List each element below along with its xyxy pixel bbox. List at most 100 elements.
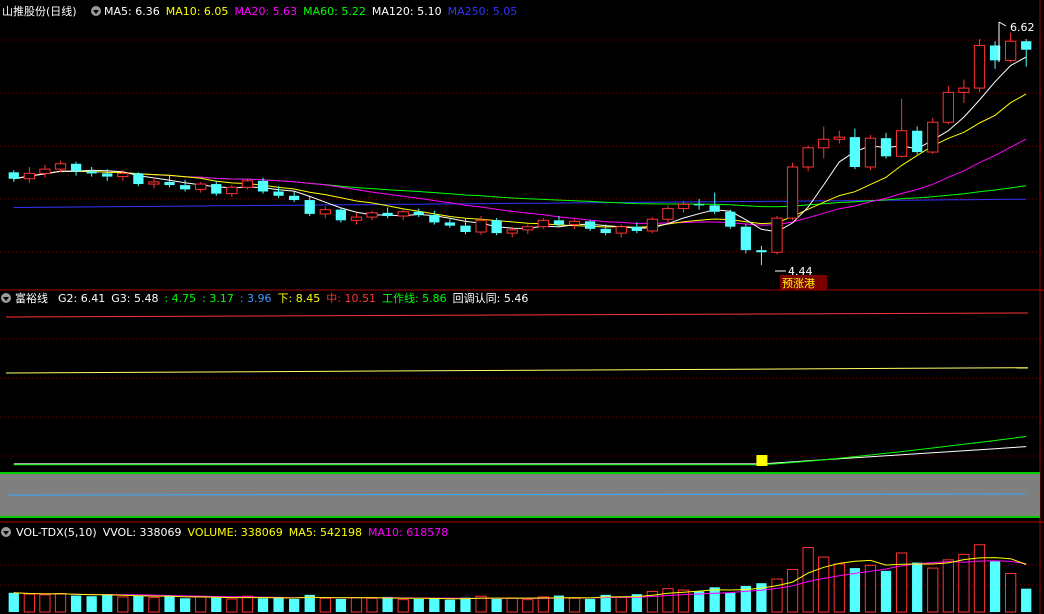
volume-bar: [350, 597, 363, 613]
volume-bar: [973, 544, 986, 613]
volume-bar: [273, 597, 284, 612]
candle: [646, 217, 659, 234]
volume-bar: [54, 592, 67, 613]
volume-bar: [522, 599, 534, 613]
volume-bar: [942, 559, 954, 613]
volume-bar: [895, 552, 908, 613]
volume-bar: [725, 592, 736, 612]
candle: [927, 117, 939, 155]
legend-entry: MA120: 5.10: [372, 5, 442, 18]
volume-bar: [864, 564, 877, 613]
volume-bar: [148, 597, 160, 613]
volume-bar: [102, 594, 113, 612]
volume-bar: [8, 592, 19, 612]
volume-bar: [257, 598, 269, 612]
volume-bar: [568, 597, 581, 613]
legend-entry: 工作线: 5.86: [382, 291, 447, 305]
volume-bar: [133, 595, 144, 612]
volume-bar: [927, 567, 939, 613]
volume-bar: [86, 596, 97, 612]
volume-bar: [429, 598, 440, 612]
legend-entry: VVOL: 338069: [103, 526, 182, 539]
volume-bar: [226, 598, 238, 613]
volume-bar: [802, 546, 814, 613]
legend-entry: G3: 5.48: [111, 292, 158, 305]
volume-legend: VOL-TDX(5,10) VVOL: 338069 VOLUME: 338069 M…: [16, 526, 448, 539]
candle: [740, 224, 751, 254]
volume-bar: [709, 587, 720, 612]
legend-entry: MA10: 6.05: [166, 5, 229, 18]
volume-bar: [818, 556, 830, 613]
volume-bar: [1021, 588, 1032, 612]
volume-bar: [164, 596, 175, 612]
volume-bar: [880, 570, 892, 612]
legend-entry: MA20: 5.63: [234, 5, 297, 18]
volume-bar: [23, 593, 36, 613]
legend-entry: MA10: 618578: [368, 526, 448, 539]
candle: [491, 218, 502, 236]
volume-bar: [989, 561, 1001, 612]
volume-bar: [382, 596, 393, 612]
indicator-toggle-icon[interactable]: [1, 293, 11, 303]
legend-entry: 回调认同: 5.46: [453, 292, 529, 305]
legend-entry: 下: 8.45: [278, 292, 321, 305]
volume-bar: [584, 598, 596, 612]
stock-name: 山推股份(日线): [2, 4, 77, 18]
legend-entry: : 4.75: [164, 292, 196, 305]
volume-bar: [662, 588, 674, 613]
volume-bar: [179, 598, 191, 612]
volume-bar: [912, 562, 923, 612]
volume-bar: [195, 596, 207, 613]
candle: [771, 216, 783, 255]
candle: [802, 145, 814, 172]
stock-chart[interactable]: 山推股份(日线) MA5: 6.36 MA10: 6.05 MA20: 5.63 MA…: [0, 0, 1044, 614]
signal-badge-text: 预涨港: [782, 277, 815, 290]
legend-entry: : 3.17: [202, 292, 234, 305]
volume-bar: [39, 594, 51, 613]
legend-entry: 中: 10.51: [326, 292, 376, 305]
candle: [725, 209, 736, 229]
signal-marker: [756, 455, 768, 466]
volume-bar: [397, 599, 409, 613]
volume-bar: [319, 597, 331, 613]
legend-entry: MA60: 5.22: [303, 5, 366, 18]
volume-bar: [117, 596, 129, 613]
volume-bar: [460, 597, 471, 612]
volume-bar: [413, 598, 424, 612]
indicator-name: 富裕线: [15, 291, 48, 305]
volume-bar: [1004, 573, 1017, 613]
volume-bar: [771, 578, 783, 613]
volume-bar: [366, 597, 378, 613]
volume-bar: [958, 553, 970, 613]
legend-entry: VOL-TDX(5,10): [16, 526, 97, 539]
volume-bar: [211, 597, 222, 612]
volume-bar: [491, 598, 502, 612]
volume-bar: [786, 568, 799, 613]
volume-bar: [241, 595, 254, 613]
high-price-label: 6.62: [1010, 21, 1035, 34]
candle: [973, 39, 986, 93]
legend-entry: : 3.96: [240, 292, 272, 305]
volume-bar: [615, 596, 627, 613]
ma-legend: MA5: 6.36 MA10: 6.05 MA20: 5.63 MA60: 5.22 M…: [104, 5, 517, 18]
signal-badge: 预涨港: [780, 275, 827, 290]
volume-bar: [506, 597, 518, 613]
candle: [786, 162, 799, 221]
legend-entry: MA5: 542198: [289, 526, 362, 539]
settings-toggle-icon[interactable]: [91, 6, 101, 16]
volume-bar: [70, 595, 82, 612]
volume-bar: [289, 598, 300, 612]
indicator-legend: G2: 6.41 G3: 5.48 : 4.75 : 3.17 : 3.96 下: 8.4…: [58, 291, 528, 305]
legend-entry: MA250: 5.05: [448, 5, 518, 18]
legend-entry: VOLUME: 338069: [188, 526, 283, 539]
volume-bar: [444, 599, 456, 612]
volume-bar: [335, 598, 347, 612]
volume-bar: [537, 596, 550, 613]
volume-bar: [677, 589, 690, 613]
candle: [864, 135, 877, 171]
volume-bar: [849, 568, 861, 612]
legend-entry: MA5: 6.36: [104, 5, 160, 18]
volume-toggle-icon[interactable]: [1, 527, 11, 537]
volume-bar: [833, 563, 845, 613]
legend-entry: G2: 6.41: [58, 292, 105, 305]
